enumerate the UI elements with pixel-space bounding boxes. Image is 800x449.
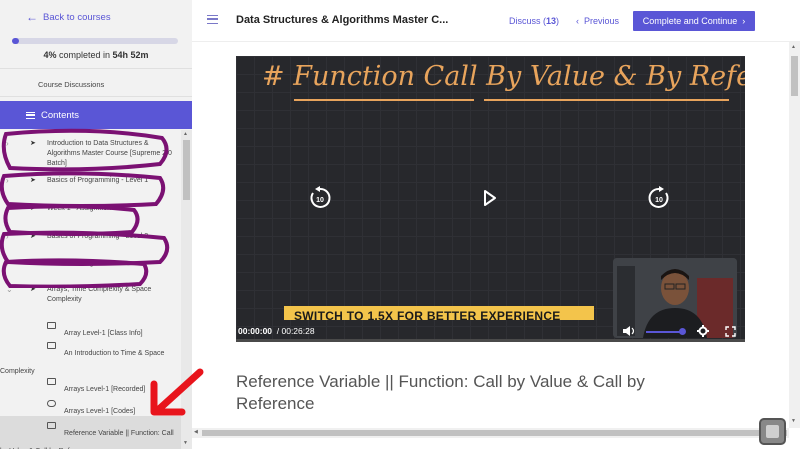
lesson-arrays-level-1-codes[interactable]: Arrays Level-1 [Codes]	[0, 394, 181, 416]
course-discussions-link[interactable]: Course Discussions	[38, 80, 104, 89]
document-icon	[47, 322, 56, 329]
chevron-right-icon: ›	[6, 139, 9, 148]
chat-widget-button[interactable]	[759, 418, 786, 445]
lesson-reference-variable[interactable]: Reference Variable || Function: Call by …	[0, 416, 181, 449]
fullscreen-icon[interactable]	[725, 326, 736, 337]
course-progress-bar	[12, 38, 178, 44]
discuss-link[interactable]: Discuss (13)	[509, 16, 559, 26]
banner-text: SWITCH TO 1.5X FOR BETTER EXPERIENCE	[294, 309, 561, 320]
gear-icon[interactable]	[697, 325, 709, 337]
chevron-right-icon: ›	[6, 259, 9, 268]
discuss-count: 13	[546, 16, 557, 26]
section-marker-icon: ➤	[30, 205, 36, 212]
course-sidebar: ← Back to courses 4% completed in 54h 52…	[0, 0, 192, 449]
hamburger-menu-icon[interactable]	[207, 15, 218, 24]
section-basics-level-2[interactable]: › ➤ Basics of Programming - Level 2	[0, 224, 181, 252]
sidebar-scroll-thumb[interactable]	[183, 140, 190, 200]
video-progress-bar[interactable]	[236, 339, 745, 342]
scroll-down-arrow-icon[interactable]: ▼	[791, 418, 796, 424]
section-title: Basics of Programming - Level 2	[47, 233, 149, 240]
section-week-2-assignments[interactable]: › ➤ Week 2 - Assignments	[0, 252, 181, 280]
volume-icon[interactable]	[622, 325, 636, 337]
current-time: 00:00:00	[238, 326, 273, 336]
whiteboard-title: # Function Call By Value & By Reference	[262, 61, 745, 92]
section-title: Basics of Programming - Level 1	[47, 177, 149, 184]
discuss-close: )	[556, 16, 560, 26]
video-player[interactable]: # Function Call By Value & By Reference …	[236, 56, 745, 342]
cloud-download-icon	[47, 400, 56, 407]
section-marker-icon: ➤	[30, 260, 36, 267]
lesson-title: Arrays Level-1 [Recorded]	[64, 386, 146, 393]
section-marker-icon: ➤	[30, 233, 36, 240]
chevron-right-icon: ›	[742, 16, 746, 26]
divider	[0, 68, 192, 69]
chevron-left-icon: ‹	[576, 16, 579, 26]
lesson-intro-time-space[interactable]: An Introduction to Time & Space Complexi…	[0, 336, 181, 375]
lesson-title: Reference Variable || Function: Call by …	[0, 430, 174, 449]
course-progress-fill	[12, 38, 19, 44]
video-icon	[47, 422, 56, 429]
complete-label: Complete and Continue	[642, 16, 738, 26]
scroll-left-arrow-icon[interactable]: ◀	[194, 429, 198, 435]
video-icon	[47, 342, 56, 349]
chevron-down-icon: ⌄	[6, 285, 13, 294]
speed-tip-banner: SWITCH TO 1.5X FOR BETTER EXPERIENCE	[284, 306, 594, 320]
section-marker-icon: ➤	[30, 286, 36, 293]
main-scroll-thumb[interactable]	[791, 56, 798, 96]
complete-and-continue-button[interactable]: Complete and Continue ›	[633, 11, 755, 31]
divider	[0, 96, 192, 97]
horizontal-scroll-thumb[interactable]	[202, 430, 787, 436]
play-icon[interactable]	[482, 189, 498, 207]
progress-mid-text: completed in	[56, 50, 113, 60]
rewind-seconds: 10	[316, 197, 324, 204]
forward-seconds: 10	[655, 197, 663, 204]
chevron-right-icon: ›	[6, 232, 9, 241]
contents-tab[interactable]: Contents	[0, 101, 192, 129]
list-icon	[26, 111, 35, 119]
video-icon	[47, 378, 56, 385]
chevron-right-icon: ›	[6, 176, 9, 185]
progress-percent: 4%	[43, 50, 57, 60]
back-to-courses-link[interactable]: ← Back to courses	[26, 10, 111, 24]
section-marker-icon: ➤	[30, 177, 36, 184]
lesson-arrays-level-1-recorded[interactable]: Arrays Level-1 [Recorded]	[0, 372, 181, 394]
arrow-left-icon: ←	[26, 10, 38, 24]
volume-knob[interactable]	[679, 328, 686, 335]
duration: / 00:26:28	[276, 326, 315, 336]
time-display: 00:00:00 / 00:26:28	[238, 326, 315, 336]
lecture-title: Reference Variable || Function: Call by …	[236, 372, 645, 413]
section-week-1-assignment[interactable]: › ➤ Week 1 - Assignment	[0, 196, 181, 224]
section-arrays-complexity[interactable]: ⌄ ➤ Arrays, Time Complexity & Space Comp…	[0, 280, 181, 316]
lecture-header: Data Structures & Algorithms Master C...…	[192, 0, 800, 42]
section-title: Arrays, Time Complexity & Space Complexi…	[47, 286, 152, 303]
main-scrollbar[interactable]	[789, 42, 800, 428]
chalk-underline	[484, 99, 729, 101]
previous-label: Previous	[584, 16, 620, 26]
section-basics-level-1[interactable]: › ➤ Basics of Programming - Level 1	[0, 168, 181, 196]
course-title: Data Structures & Algorithms Master C...	[236, 14, 449, 26]
rewind-10-icon[interactable]: 10	[308, 186, 332, 210]
back-label: Back to courses	[43, 11, 111, 23]
scroll-up-arrow-icon[interactable]: ▲	[183, 131, 188, 137]
contents-label: Contents	[41, 109, 80, 121]
chalk-underline	[294, 99, 474, 101]
discuss-label: Discuss (	[509, 16, 547, 26]
previous-button[interactable]: ‹ Previous	[576, 16, 619, 26]
lesson-title: Arrays Level-1 [Codes]	[64, 408, 136, 415]
forward-10-icon[interactable]: 10	[647, 186, 671, 210]
chevron-right-icon: ›	[6, 204, 9, 213]
curriculum-list: › ➤ Introduction to Data Structures & Al…	[0, 130, 181, 449]
scroll-down-arrow-icon[interactable]: ▼	[183, 440, 188, 446]
section-title: Introduction to Data Structures & Algori…	[47, 140, 172, 167]
progress-summary: 4% completed in 54h 52m	[0, 50, 192, 60]
scroll-up-arrow-icon[interactable]: ▲	[791, 44, 796, 50]
lesson-array-level-1-class-info[interactable]: Array Level-1 [Class Info]	[0, 316, 181, 337]
section-introduction[interactable]: › ➤ Introduction to Data Structures & Al…	[0, 130, 181, 168]
section-title: Week 2 - Assignments	[47, 260, 117, 267]
section-title: Week 1 - Assignment	[47, 205, 114, 212]
progress-time: 54h 52m	[112, 50, 149, 60]
section-marker-icon: ➤	[30, 140, 36, 147]
